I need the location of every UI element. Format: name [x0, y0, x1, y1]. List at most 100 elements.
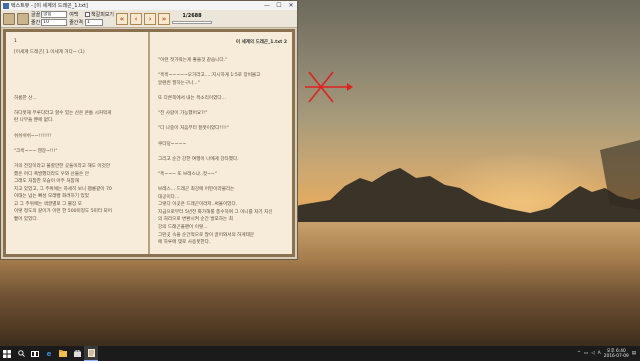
title-bar[interactable]: 텍스트뷰 - [이 세계의 드래곤_1.txt] — ☐ ✕: [1, 1, 297, 10]
text-line: 그리고 순간 강한 여행이 나에게 강타했다.: [158, 156, 239, 162]
minimize-button[interactable]: —: [261, 1, 273, 10]
left-page-number: 1: [14, 39, 17, 44]
network-icon[interactable]: ▭: [584, 351, 588, 356]
window-title: 텍스트뷰 - [이 세계의 드래곤_1.txt]: [11, 3, 88, 9]
reading-progress-bar[interactable]: [172, 21, 213, 24]
margin-controls: 여백 줄간격: [69, 11, 83, 26]
store-icon[interactable]: [70, 346, 84, 361]
bookmark-icon[interactable]: [17, 12, 29, 25]
text-line: "크흑~~~ 젠장~!!!": [14, 148, 58, 154]
page-info: 1/2688: [182, 13, 202, 19]
red-cross-arrow-annotation: [305, 71, 353, 103]
bookmark-view-checkbox[interactable]: [85, 12, 91, 17]
text-line: [이세계 드래곤] 1.이세계 거다~ (1): [14, 50, 85, 55]
clock[interactable]: 오후 6:40 2016-07-09: [604, 349, 629, 359]
margin-label: 여백: [69, 12, 79, 18]
left-page[interactable]: 1 [이세계 드래곤] 1.이세계 거다~ (1) 허름한 산... 하다못해 …: [6, 32, 148, 254]
last-page-button[interactable]: »: [158, 12, 171, 25]
next-page-button[interactable]: ›: [144, 12, 157, 25]
right-page-header: 이 세계의 드래곤_1.txt 2: [235, 40, 287, 45]
font-select[interactable]: 굴림: [41, 11, 68, 18]
text-line: "다 나중이 처음부터 잘못이었다!!!!": [158, 126, 229, 132]
text-line: [158, 65, 286, 73]
text-line: 그렇다 이곳은 드래곤이라저..써울이었다.: [158, 202, 238, 208]
text-line: 대공이다...: [158, 194, 180, 200]
text-line: 고 그 주위에는 색깔별로 그 뿔잠 또: [14, 201, 82, 207]
text-line: [14, 57, 142, 65]
open-file-icon[interactable]: [3, 12, 15, 25]
chevron-up-icon[interactable]: ^: [577, 351, 581, 356]
text-line: [14, 79, 142, 87]
option-controls: 책갈피보기 1: [85, 11, 114, 26]
text-line: [158, 163, 286, 171]
text-line: 뻗어 있었다.: [14, 217, 39, 223]
text-line: "흑~~~ 또 브레스냐..컷~~": [158, 171, 217, 177]
text-line: [158, 148, 286, 156]
page-select[interactable]: 1: [85, 19, 104, 26]
task-view-icon[interactable]: [28, 346, 42, 361]
text-line: "흑흑~~~~~오거라고.....지시하게 1:5로 장비볼고: [158, 73, 261, 79]
text-line: 에 하루에 몇로 사용못한다.: [158, 240, 211, 246]
text-line: [14, 102, 142, 110]
font-label: 글꼴: [31, 12, 41, 18]
text-line: 쿠더덩~~~~: [158, 141, 187, 147]
close-button[interactable]: ✕: [285, 1, 297, 10]
text-line: 강의 드래곤플랜이 이렇...: [158, 225, 208, 231]
text-viewer-window: 텍스트뷰 - [이 세계의 드래곤_1.txt] — ☐ ✕ 글꼴 굴림 줄간 …: [0, 0, 298, 260]
text-line: [14, 72, 142, 80]
line-label: 줄간: [31, 20, 41, 26]
text-line: "전 사람이 가능했어요?!": [158, 111, 208, 117]
text-line: [14, 140, 142, 148]
text-line: [158, 118, 286, 126]
taskbar: e ^ ▭ ◁ A 오후 6:40 2016-07-09 ▤: [0, 346, 640, 361]
language-indicator[interactable]: A: [598, 351, 601, 356]
volume-icon[interactable]: ◁: [591, 351, 594, 356]
text-line: 이태는 넘는 뼈성 모래뻥 화려하기 있었: [14, 194, 89, 200]
text-line: [158, 103, 286, 111]
edge-browser-icon[interactable]: e: [42, 346, 56, 361]
clock-time: 오후 6:40: [606, 348, 626, 354]
text-viewer-taskbar-icon[interactable]: [84, 346, 98, 361]
text-line: 이렇 정도의 갈이가 이런 한 500미정도 5미터 되어: [14, 209, 112, 215]
notification-icon[interactable]: ▤: [632, 351, 636, 356]
text-line: [14, 87, 142, 95]
text-line: 그런곳 속을 순간적으로 많이 끌어와서의 하게테문: [158, 232, 255, 238]
search-icon[interactable]: [14, 346, 28, 361]
first-page-button[interactable]: «: [116, 12, 129, 25]
left-page-text: [이세계 드래곤] 1.이세계 거다~ (1) 허름한 산... 하다못해 무루…: [14, 49, 142, 224]
text-line: 의 처리으로 변환시켜 순간 발포하는 최: [158, 217, 233, 223]
text-line: 쉬쉬쉬쉬~~!!!!!!!: [14, 133, 52, 139]
text-line: [14, 125, 142, 133]
text-line: [158, 133, 286, 141]
text-line: 거의 전장이라고 불할만한 곳들이라고 해도 이것만: [14, 163, 111, 169]
text-line: 그래도 처참한 모습이 아주 처참해: [14, 179, 80, 185]
text-line: 했은 어디 폭발했더라도 우와 산불은 안: [14, 171, 89, 177]
text-line: 또 다른쪽에서 내는 목소리이였다...: [158, 95, 226, 101]
file-explorer-icon[interactable]: [56, 346, 70, 361]
text-line: 지금으로부터 5년전 화가해를 총수하여 그 이니를 자기 자신: [158, 209, 273, 215]
toolbar: 글꼴 굴림 줄간 10 여백 줄간격 책갈피보기 1 « ‹ › » 1/268…: [1, 10, 297, 28]
app-icon: [3, 2, 9, 9]
size-select[interactable]: 10: [41, 19, 68, 26]
text-line: 하다못해 무루다라고 할수 있는 산은 온통 시커먹게: [14, 110, 112, 116]
maximize-button[interactable]: ☐: [273, 1, 285, 10]
prev-page-button[interactable]: ‹: [130, 12, 143, 25]
text-line: [14, 155, 142, 163]
clock-date: 2016-07-09: [603, 353, 629, 359]
font-controls: 글꼴 굴림 줄간 10: [31, 11, 68, 26]
text-line: 탄 나무들 뿐에 없다.: [14, 118, 54, 124]
text-line: "이런 젓가락는게 좋을것 같습니다.": [158, 58, 228, 63]
option2-label: 줄간격: [69, 20, 84, 26]
right-page[interactable]: 이 세계의 드래곤_1.txt 2 "이런 젓가락는게 좋을것 같습니다." "…: [150, 32, 292, 254]
text-line: 지고 있었고, 그 주위에는 자세히 보니 팸룡같이 70: [14, 186, 112, 192]
text-line: 브레스... 드래곤 최강에 어떤이라불리는: [158, 187, 235, 193]
text-line: [14, 64, 142, 72]
text-line: 알렌번 필하는구나...": [158, 80, 200, 86]
system-tray: ^ ▭ ◁ A 오후 6:40 2016-07-09 ▤: [577, 349, 640, 359]
right-page-text: "이런 젓가락는게 좋을것 같습니다." "흑흑~~~~~오거라고.....지시…: [158, 57, 286, 247]
text-line: [158, 179, 286, 187]
book-view: 1 [이세계 드래곤] 1.이세계 거다~ (1) 허름한 산... 하다못해 …: [3, 29, 295, 257]
windows-start-icon[interactable]: [0, 346, 14, 361]
text-line: [158, 87, 286, 95]
option-label: 책갈피보기: [91, 12, 115, 18]
